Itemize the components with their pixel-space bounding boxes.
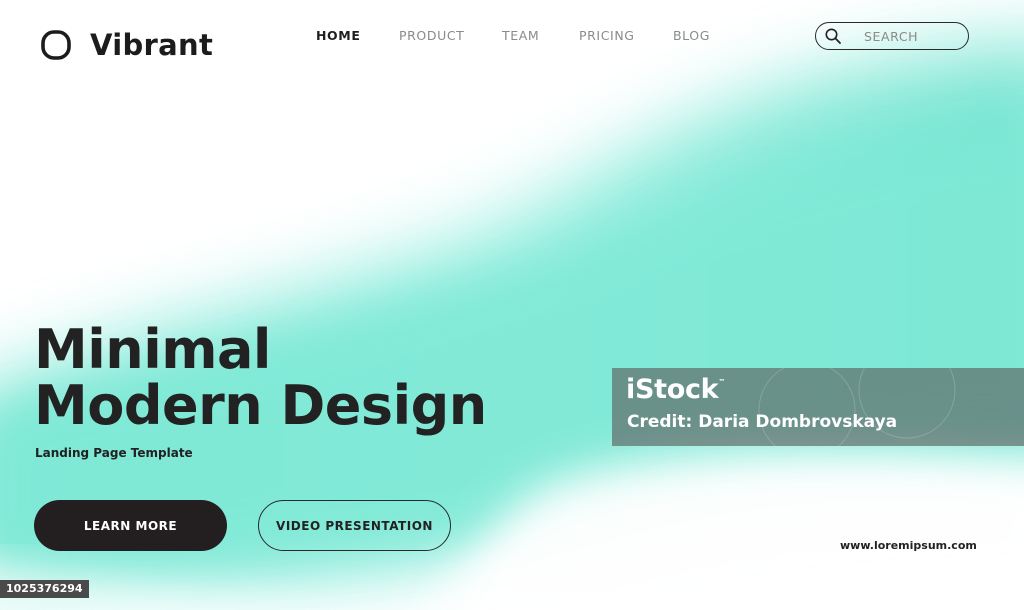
- search-input[interactable]: [864, 28, 964, 44]
- nav-item-product[interactable]: PRODUCT: [399, 28, 464, 43]
- watermark-brand-text: iStock: [626, 374, 719, 405]
- learn-more-button[interactable]: LEARN MORE: [34, 500, 227, 551]
- hero-subtitle: Landing Page Template: [35, 446, 193, 460]
- hero-title-line-1: Minimal: [34, 318, 271, 381]
- nav-item-team[interactable]: TEAM: [502, 28, 539, 43]
- stock-watermark: iStock™ Credit: Daria Dombrovskaya: [612, 368, 1024, 446]
- site-url[interactable]: www.loremipsum.com: [840, 539, 977, 552]
- brand-name: Vibrant: [90, 28, 214, 62]
- search-box[interactable]: [815, 22, 969, 50]
- watermark-credit: Credit: Daria Dombrovskaya: [627, 412, 898, 432]
- rounded-square-ring-icon: [41, 30, 71, 60]
- watermark-trademark: ™: [718, 378, 726, 386]
- hero-title-line-2: Modern Design: [34, 374, 487, 437]
- search-icon[interactable]: [824, 27, 842, 45]
- nav-item-home[interactable]: HOME: [316, 28, 360, 43]
- hero-title: Minimal Modern Design: [34, 322, 487, 434]
- nav-item-blog[interactable]: BLOG: [673, 28, 710, 43]
- nav-item-pricing[interactable]: PRICING: [579, 28, 635, 43]
- video-presentation-button[interactable]: VIDEO PRESENTATION: [258, 500, 451, 551]
- image-id-label: 1025376294: [0, 580, 89, 598]
- watermark-brand: iStock™: [626, 374, 725, 405]
- brand-logo[interactable]: Vibrant: [40, 28, 213, 62]
